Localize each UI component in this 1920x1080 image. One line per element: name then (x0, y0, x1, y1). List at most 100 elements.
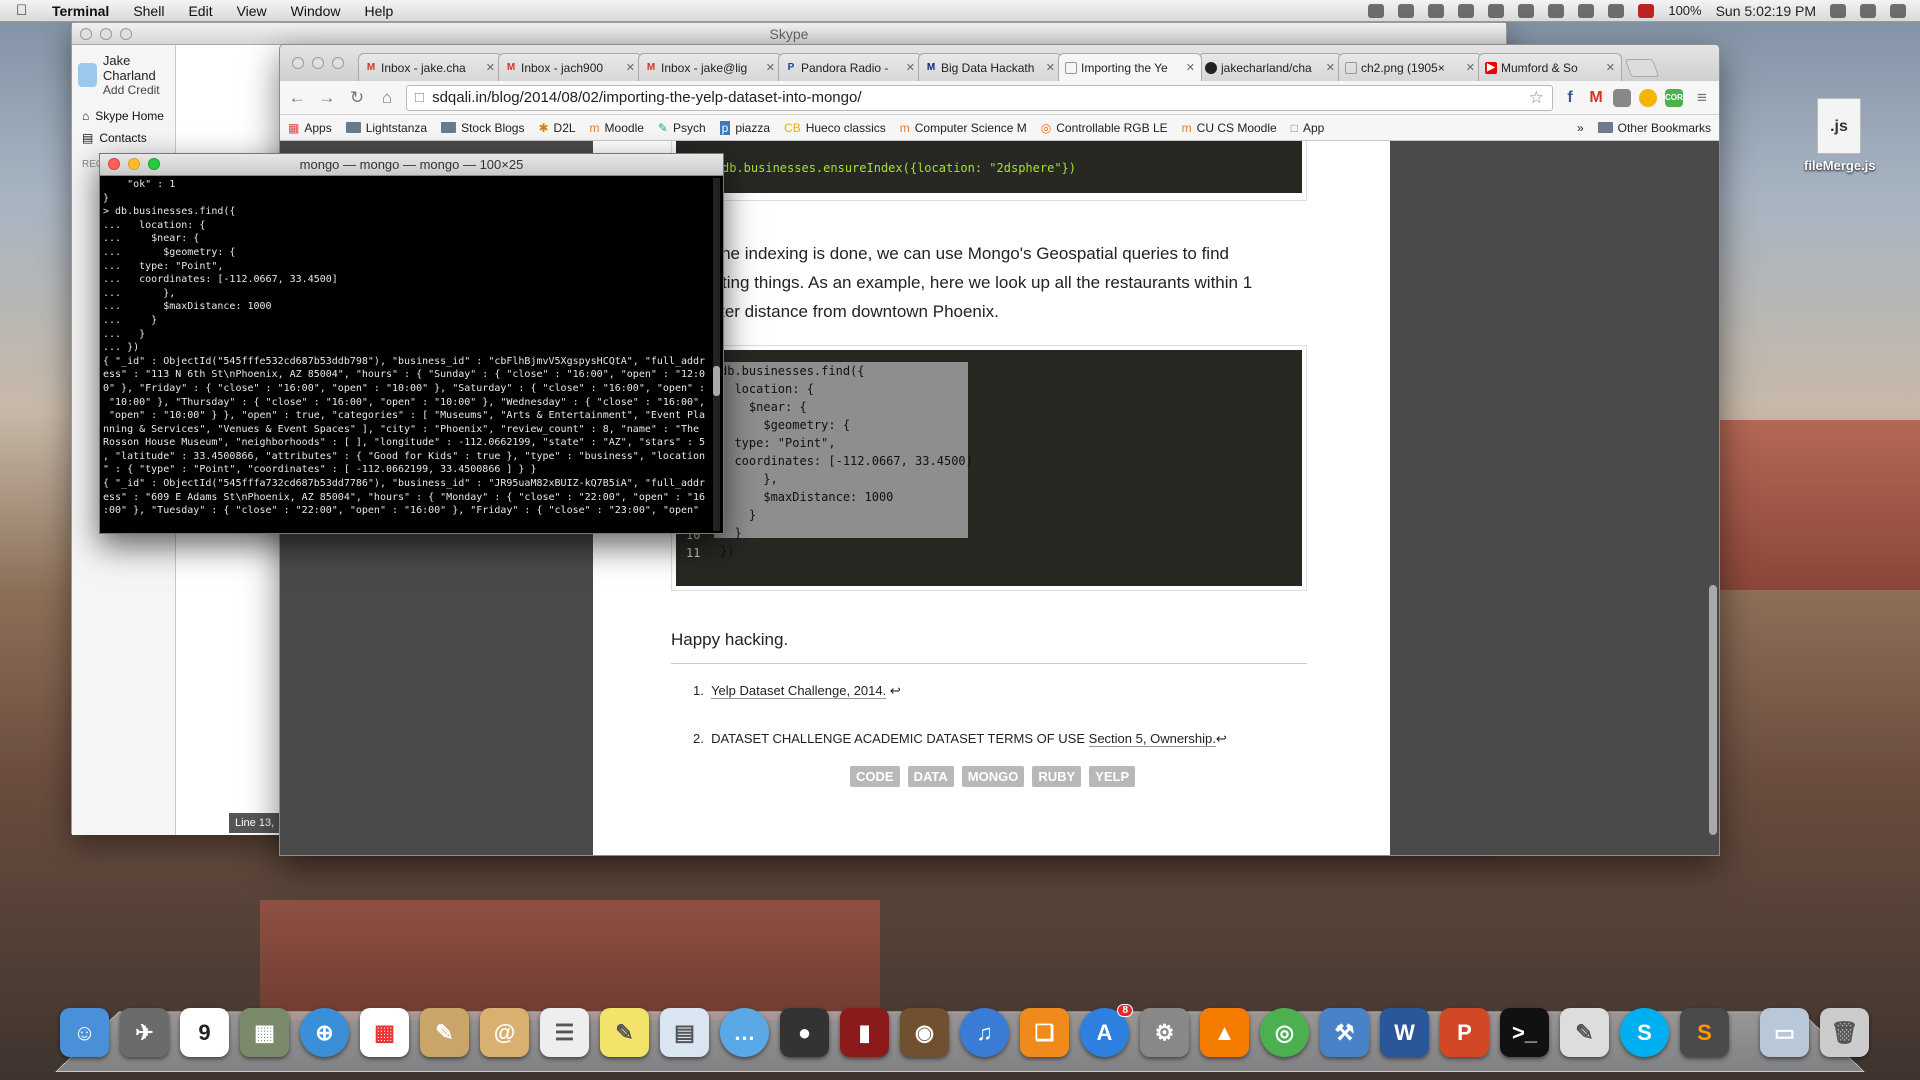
finder-icon[interactable]: ☺ (60, 1008, 109, 1057)
terminal-output[interactable]: "ok" : 1 } > db.businesses.find({ ... lo… (100, 176, 723, 532)
printer-extension-icon[interactable] (1613, 88, 1631, 107)
tab-close-icon[interactable]: ✕ (486, 61, 495, 74)
nav-contacts[interactable]: ▤ Contacts (72, 127, 175, 149)
nav-skype-home[interactable]: ⌂ Skype Home (72, 105, 175, 127)
forward-arrow-icon[interactable]: → (316, 87, 338, 109)
tag-ruby[interactable]: RUBY (1032, 766, 1082, 787)
battery-percent[interactable]: 100% (1668, 3, 1701, 18)
skype-profile[interactable]: Jake Charland Add Credit (72, 45, 175, 105)
powerpoint-icon[interactable]: P (1440, 1008, 1489, 1057)
bookmark-controllable-rgb[interactable]: ◎ Controllable RGB LE (1041, 121, 1168, 135)
bluetooth-icon[interactable] (1548, 3, 1565, 18)
add-credit-link[interactable]: Add Credit (103, 83, 169, 97)
circle-extension-icon[interactable] (1639, 88, 1657, 107)
tab-github[interactable]: jakecharland/cha ✕ (1198, 53, 1342, 81)
image-capture-icon[interactable]: ▦ (240, 1008, 289, 1057)
back-arrow-icon[interactable]: ← (286, 87, 308, 109)
new-tab-button[interactable] (1624, 59, 1660, 77)
close-button[interactable] (292, 57, 304, 69)
skype-icon[interactable]: S (1620, 1008, 1669, 1057)
xcode-icon[interactable]: ⚒ (1320, 1008, 1369, 1057)
footnote-1-link[interactable]: Yelp Dataset Challenge, 2014. (711, 683, 887, 699)
bookmark-stock-blogs[interactable]: Stock Blogs (441, 121, 524, 135)
tab-close-icon[interactable]: ✕ (1466, 61, 1475, 74)
reminders-icon[interactable]: ☰ (540, 1008, 589, 1057)
bookmark-moodle[interactable]: m Moodle (590, 121, 644, 135)
terminal-scrollbar[interactable] (713, 178, 720, 531)
sync-icon[interactable] (1368, 3, 1385, 18)
tab-close-icon[interactable]: ✕ (906, 61, 915, 74)
return-arrow-icon[interactable]: ↩ (890, 683, 901, 698)
safari-icon[interactable]: ⊕ (300, 1008, 349, 1057)
bookmark-lightstanza[interactable]: Lightstanza (345, 121, 427, 135)
word-icon[interactable]: W (1380, 1008, 1429, 1057)
tag-yelp[interactable]: YELP (1089, 766, 1136, 787)
tab-big-data[interactable]: M Big Data Hackath ✕ (918, 53, 1062, 81)
applications-folder-icon[interactable]: ▭ (1760, 1008, 1809, 1057)
evernote-icon[interactable] (1398, 3, 1415, 18)
cors-extension-icon[interactable]: CORS (1665, 88, 1688, 107)
menu-help[interactable]: Help (364, 3, 393, 19)
menu-view[interactable]: View (237, 3, 267, 19)
ibooks-icon[interactable]: ❏ (1020, 1008, 1069, 1057)
tab-close-icon[interactable]: ✕ (1606, 61, 1615, 74)
us-flag-icon[interactable] (1638, 3, 1655, 18)
bookmark-piazza[interactable]: p piazza (719, 120, 770, 135)
airplay-icon[interactable] (1458, 3, 1475, 18)
zoom-button[interactable] (120, 28, 132, 40)
volume-icon[interactable] (1608, 3, 1625, 18)
terminal-icon[interactable]: >_ (1500, 1008, 1549, 1057)
menu-shell[interactable]: Shell (133, 3, 164, 19)
apple-menu-icon[interactable]:  (16, 2, 38, 19)
close-button[interactable] (80, 28, 92, 40)
chrome-menu-icon[interactable]: ≡ (1691, 87, 1713, 109)
bookmark-other[interactable]: Other Bookmarks (1597, 121, 1711, 135)
close-button[interactable] (108, 158, 120, 170)
bookmark-app[interactable]: □ App (1291, 121, 1325, 135)
menu-app-terminal[interactable]: Terminal (52, 3, 109, 19)
app-store-icon[interactable]: A8 (1080, 1004, 1133, 1057)
dropbox-icon[interactable] (1488, 3, 1505, 18)
tab-close-icon[interactable]: ✕ (1046, 61, 1055, 74)
bookmark-apps[interactable]: ▦ Apps (288, 121, 332, 135)
tab-youtube[interactable]: ▶ Mumford & So ✕ (1478, 53, 1622, 81)
tag-data[interactable]: DATA (907, 766, 954, 787)
tab-gmail-3[interactable]: M Inbox - jake@lig ✕ (638, 53, 782, 81)
home-icon[interactable]: ⌂ (376, 87, 398, 109)
facebook-extension-icon[interactable]: f (1561, 89, 1579, 107)
menu-edit[interactable]: Edit (188, 3, 212, 19)
tab-close-icon[interactable]: ✕ (766, 61, 775, 74)
address-bar[interactable]: □ sdqali.in/blog/2014/08/02/importing-th… (406, 84, 1553, 111)
page-info-icon[interactable]: □ (415, 89, 424, 106)
wifi-icon[interactable] (1578, 3, 1595, 18)
tab-gmail-1[interactable]: M Inbox - jake.cha ✕ (358, 53, 502, 81)
page-scrollbar[interactable] (1709, 585, 1717, 835)
bookmark-computer-science[interactable]: m Computer Science M (900, 121, 1027, 135)
gmail-extension-icon[interactable]: M (1587, 89, 1605, 107)
tab-importing-yelp[interactable]: Importing the Ye ✕ (1058, 53, 1202, 81)
zoom-button[interactable] (332, 57, 344, 69)
tag-mongo[interactable]: MONGO (961, 766, 1025, 787)
tag-code[interactable]: CODE (850, 766, 900, 787)
stickies-icon[interactable]: ✎ (600, 1008, 649, 1057)
desktop-file-filemerge[interactable]: .js fileMerge.js (1804, 98, 1876, 173)
preview-icon[interactable]: ✎ (420, 1008, 469, 1057)
zoom-button[interactable] (148, 158, 160, 170)
tab-close-icon[interactable]: ✕ (626, 61, 635, 74)
itunes-icon[interactable]: ♫ (960, 1008, 1009, 1057)
spotlight-search-icon[interactable] (1830, 3, 1846, 18)
contacts-icon[interactable]: @ (480, 1008, 529, 1057)
tab-close-icon[interactable]: ✕ (1186, 61, 1195, 74)
chrome-icon[interactable]: ◎ (1260, 1008, 1309, 1057)
return-arrow-icon[interactable]: ↩ (1216, 731, 1227, 746)
bookmark-psych[interactable]: ✎ Psych (658, 121, 706, 135)
user-icon[interactable] (1860, 3, 1876, 18)
notification-center-icon[interactable] (1890, 3, 1906, 18)
launchpad-icon[interactable]: ✈ (120, 1008, 169, 1057)
messages-icon[interactable]: … (720, 1008, 769, 1057)
bookmarks-overflow-chevron[interactable]: » (1577, 121, 1584, 135)
grapher-icon[interactable]: ▤ (660, 1008, 709, 1057)
minimize-button[interactable] (312, 57, 324, 69)
scroll-thumb[interactable] (713, 366, 720, 396)
menu-window[interactable]: Window (291, 3, 341, 19)
